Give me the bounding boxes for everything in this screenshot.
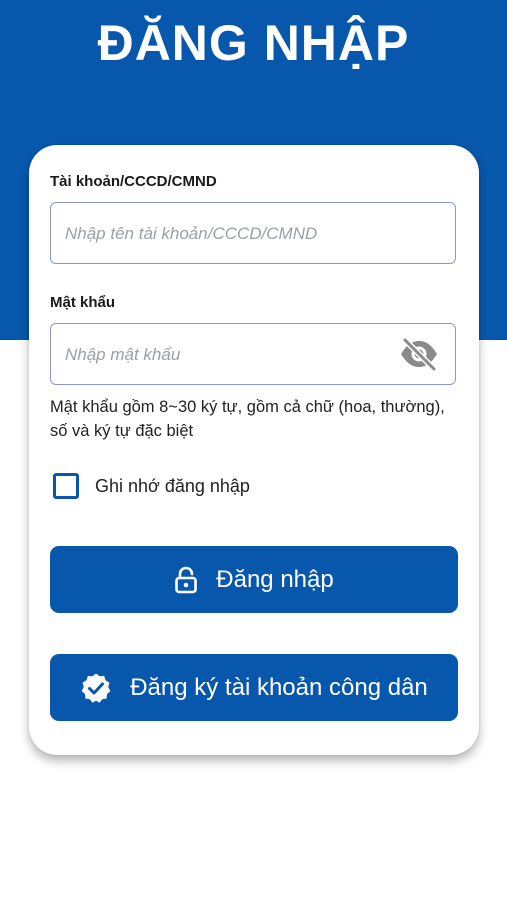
password-input[interactable] [63, 324, 397, 386]
password-field[interactable] [50, 323, 456, 386]
verified-badge-icon [80, 672, 112, 704]
password-label: Mật khẩu [50, 294, 116, 311]
login-button[interactable]: Đăng nhập [50, 546, 458, 613]
page-title: ĐĂNG NHẬP [97, 15, 410, 71]
account-label: Tài khoản/CCCD/CMND [50, 173, 217, 190]
login-screen: ĐĂNG NHẬP Tài khoản/CCCD/CMND Mật khẩu M… [0, 0, 507, 900]
password-hint: Mật khẩu gồm 8~30 ký tự, gồm cả chữ (hoa… [50, 398, 445, 440]
account-input[interactable] [63, 203, 447, 265]
remember-me-checkbox[interactable] [53, 473, 79, 499]
login-button-label: Đăng nhập [216, 565, 334, 593]
register-citizen-button[interactable]: Đăng ký tài khoản công dân [50, 654, 458, 721]
unlock-icon [174, 566, 198, 594]
eye-off-icon[interactable] [399, 337, 439, 372]
account-field[interactable] [50, 202, 456, 265]
login-card: Tài khoản/CCCD/CMND Mật khẩu Mật khẩu gồ… [29, 145, 479, 755]
remember-me-label: Ghi nhớ đăng nhập [95, 475, 250, 496]
register-button-label: Đăng ký tài khoản công dân [130, 673, 428, 701]
remember-me-toggle[interactable]: Ghi nhớ đăng nhập [53, 471, 250, 501]
